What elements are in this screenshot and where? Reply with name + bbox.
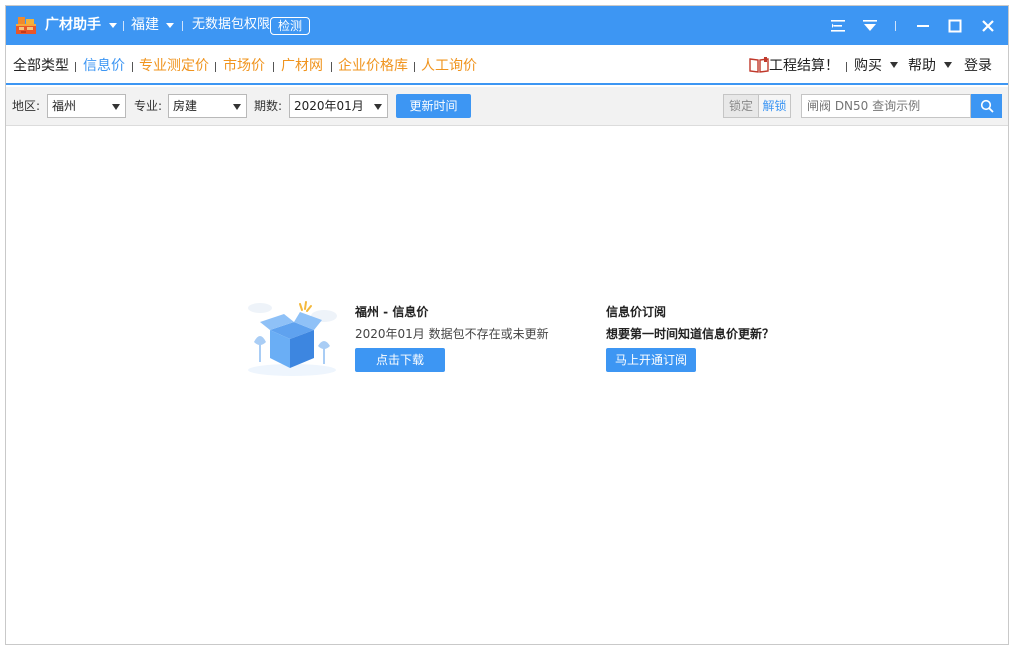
permission-status: 无数据包权限: [192, 17, 271, 32]
buy-label: 购买: [854, 58, 882, 74]
search-icon: [980, 99, 994, 113]
filter-bar: 地区: 福州 专业: 房建 期数: 2020年01月 更新时间 锁定 解锁: [6, 87, 1008, 126]
specialty-value: 房建: [173, 99, 198, 113]
minimize-icon[interactable]: [913, 16, 933, 36]
region-arrow-icon[interactable]: [166, 23, 174, 28]
tab-all-types[interactable]: 全部类型: [13, 57, 69, 75]
tab-professional-price[interactable]: 专业测定价: [139, 57, 209, 75]
title-divider: [123, 21, 124, 31]
nav-divider: [132, 62, 133, 72]
specialty-label: 专业:: [134, 99, 163, 113]
category-nav: 全部类型 信息价 专业测定价 市场价 广材网 企业价格库 人工询价 工程结算！ …: [6, 45, 1008, 85]
specialty-dropdown[interactable]: 房建: [168, 94, 247, 118]
nav-divider: [846, 62, 847, 72]
nav-divider: [331, 62, 332, 72]
subscribe-button[interactable]: 马上开通订阅: [606, 348, 696, 372]
help-label: 帮助: [908, 58, 936, 74]
search-input[interactable]: [801, 94, 971, 118]
region-label: 地区:: [12, 99, 41, 113]
nav-divider: [75, 62, 76, 72]
region-dropdown-arrow-icon: [112, 104, 120, 110]
tab-market-price[interactable]: 市场价: [223, 57, 265, 75]
tab-info-price[interactable]: 信息价: [83, 57, 125, 75]
help-arrow-icon: [944, 62, 953, 68]
nav-divider: [414, 62, 415, 72]
app-logo-icon: [15, 15, 37, 35]
tab-guangcai-net[interactable]: 广材网: [281, 57, 323, 75]
app-window: 广材助手 福建 无数据包权限 检测 全部类型 信息价 专业测定价 市场价 广材网…: [5, 5, 1009, 645]
close-icon[interactable]: [978, 16, 998, 36]
nav-divider: [215, 62, 216, 72]
maximize-icon[interactable]: [945, 16, 965, 36]
subscribe-title: 信息价订阅: [606, 305, 667, 319]
settlement-link[interactable]: 工程结算！: [749, 57, 839, 75]
title-divider: [895, 21, 896, 31]
subscribe-description: 想要第一时间知道信息价更新？: [606, 327, 775, 341]
period-label: 期数:: [254, 99, 283, 113]
download-title: 福州 - 信息价: [355, 305, 429, 319]
login-link[interactable]: 登录: [964, 57, 992, 75]
settlement-label: 工程结算！: [769, 58, 839, 74]
download-button[interactable]: 点击下载: [355, 348, 445, 372]
period-value: 2020年01月: [294, 99, 364, 113]
book-icon: [749, 57, 769, 73]
period-dropdown-arrow-icon: [374, 104, 382, 110]
collapse-icon[interactable]: [860, 16, 880, 36]
empty-box-illustration: [242, 292, 342, 382]
download-description: 2020年01月 数据包不存在或未更新: [355, 327, 549, 341]
tab-enterprise-library[interactable]: 企业价格库: [338, 57, 408, 75]
app-name[interactable]: 广材助手: [45, 16, 101, 34]
tab-manual-inquiry[interactable]: 人工询价: [421, 57, 477, 75]
lock-toggle: 锁定 解锁: [723, 94, 791, 118]
region-value: 福州: [52, 99, 77, 113]
title-bar: 广材助手 福建 无数据包权限 检测: [6, 6, 1008, 45]
layout-icon[interactable]: [828, 16, 848, 36]
region-dropdown[interactable]: 福州: [47, 94, 126, 118]
period-dropdown[interactable]: 2020年01月: [289, 94, 388, 118]
check-button[interactable]: 检测: [270, 17, 310, 35]
region-selector[interactable]: 福建: [131, 16, 159, 34]
lock-button[interactable]: 锁定: [724, 95, 758, 117]
nav-divider: [273, 62, 274, 72]
title-divider: [182, 21, 183, 31]
app-menu-arrow-icon[interactable]: [109, 23, 117, 28]
buy-arrow-icon: [890, 62, 899, 68]
help-menu[interactable]: 帮助: [908, 57, 953, 75]
unlock-button[interactable]: 解锁: [758, 95, 790, 117]
buy-menu[interactable]: 购买: [854, 57, 899, 75]
search-button[interactable]: [971, 94, 1002, 118]
specialty-dropdown-arrow-icon: [233, 104, 241, 110]
update-time-button[interactable]: 更新时间: [396, 94, 471, 118]
